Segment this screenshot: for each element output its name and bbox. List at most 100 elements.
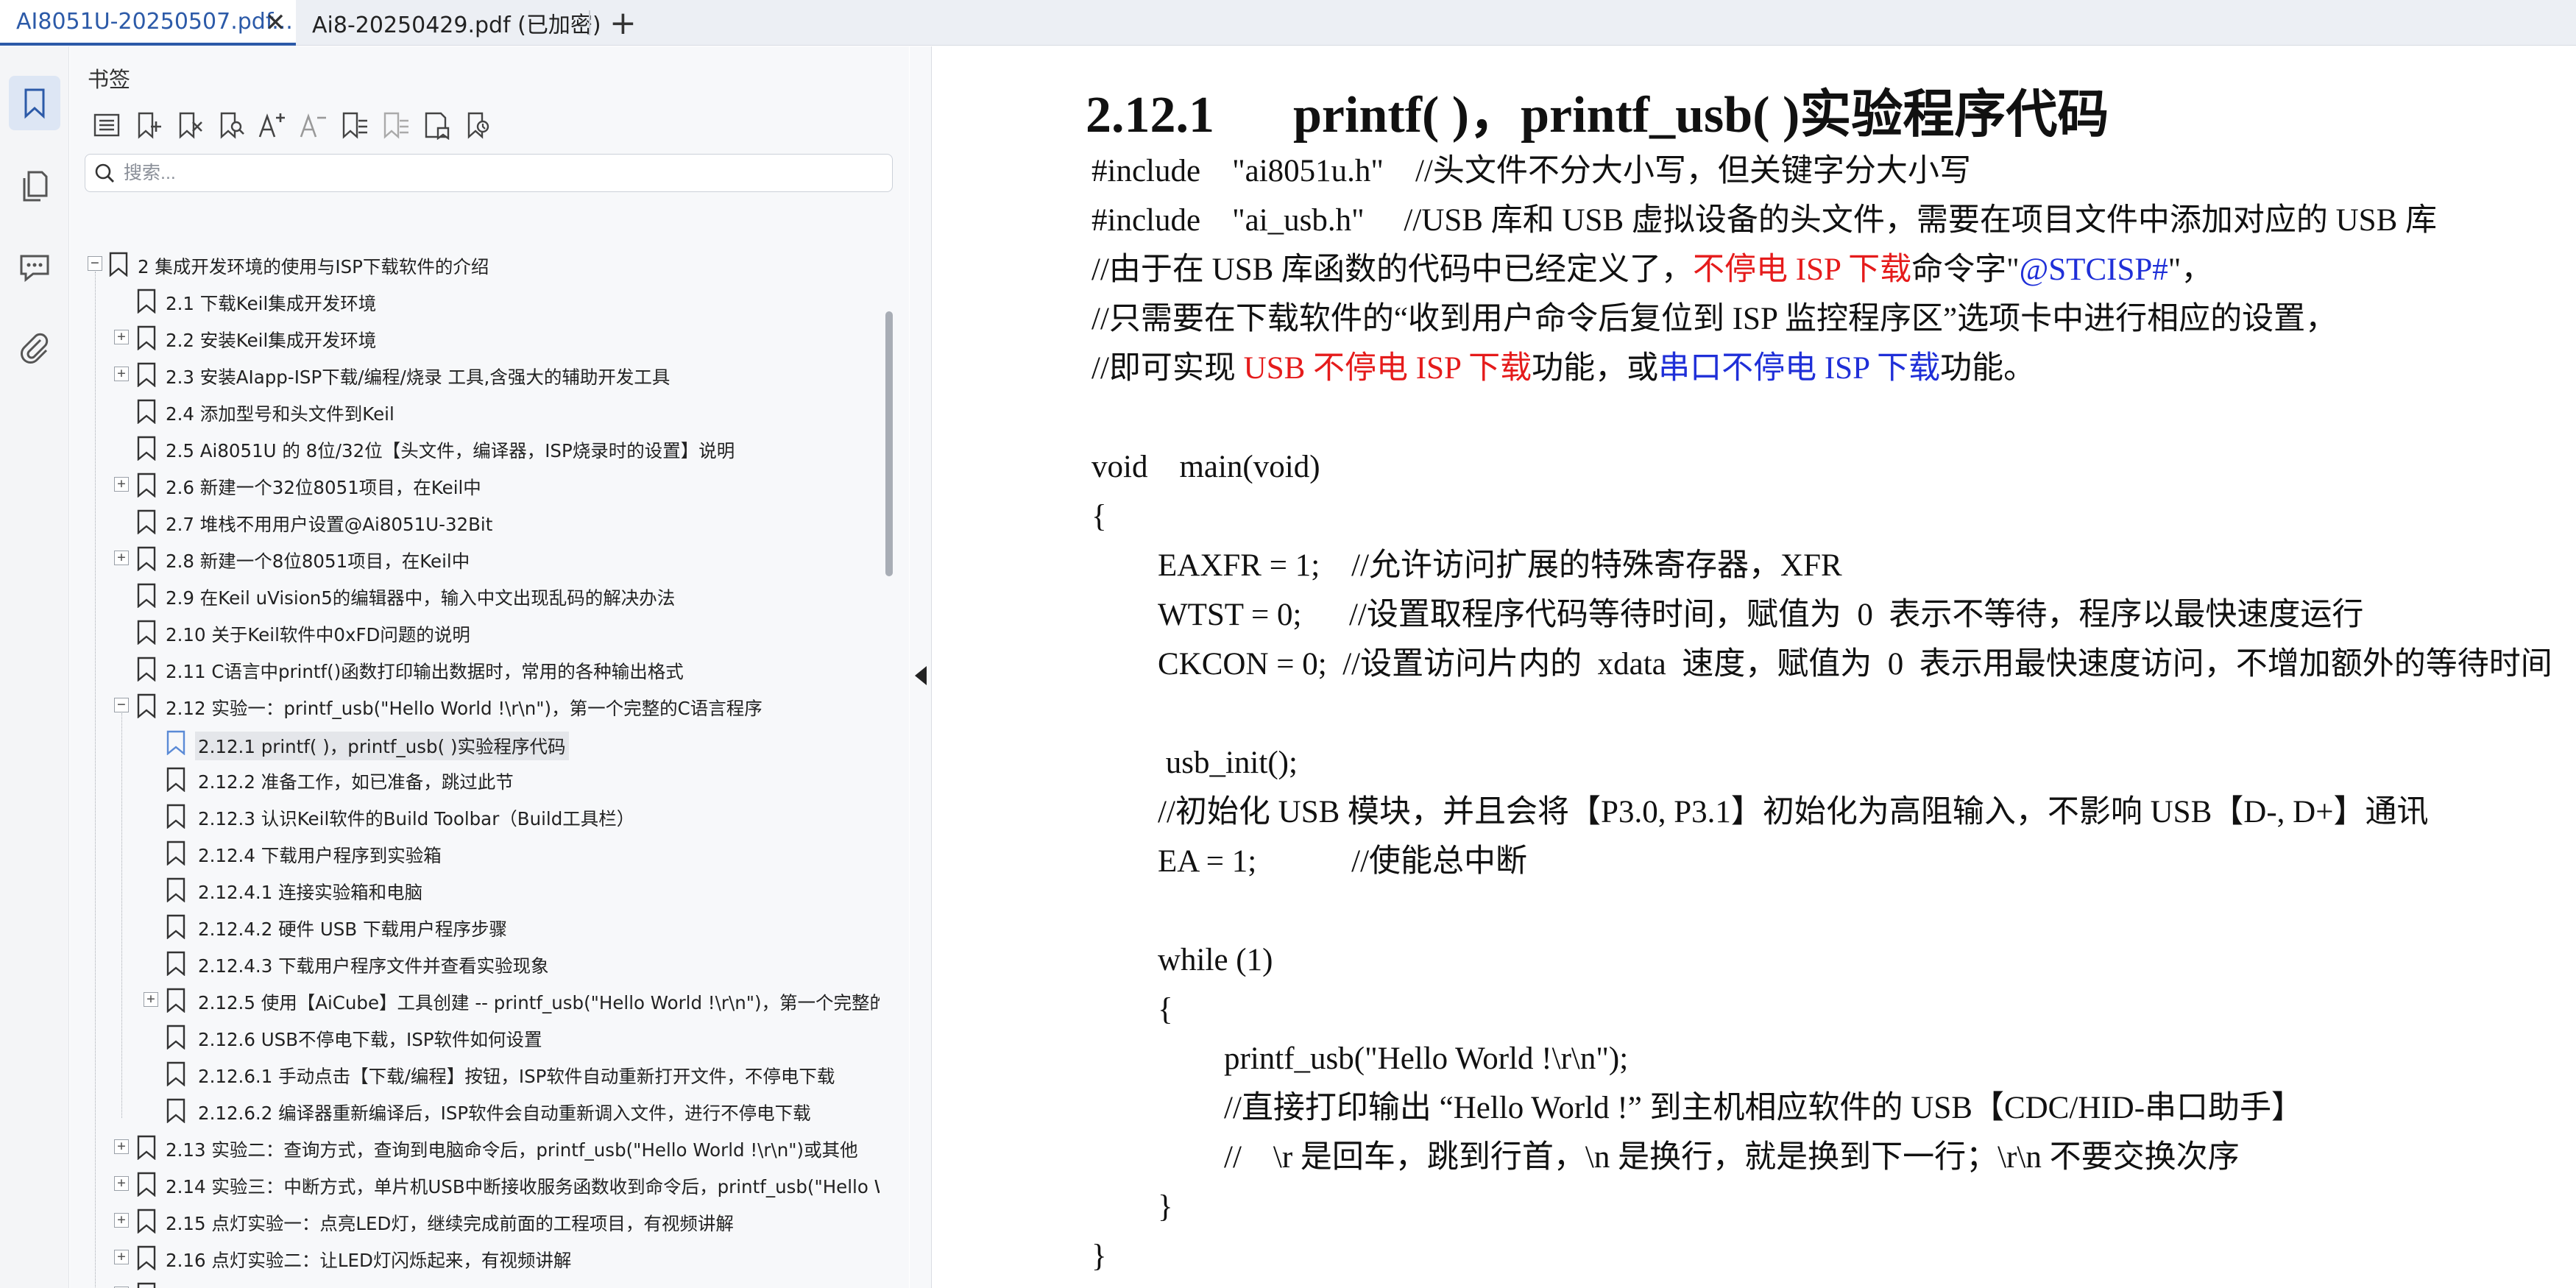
bookmark-item[interactable]: 2.11 C语言中printf()函数打印输出数据时，常用的各种输出格式 (70, 650, 880, 687)
code-text: while (1) (1158, 943, 1273, 977)
goto-bookmark-icon (467, 112, 489, 139)
bookmark-item[interactable]: 2.12.6 USB不停电下载，ISP软件如何设置 (70, 1018, 880, 1055)
bookmark-icon (166, 730, 185, 755)
expand-toggle-icon[interactable]: + (114, 367, 129, 381)
bookmark-item[interactable]: 2.5 Ai8051U 的 8位/32位【头文件，编译器，ISP烧录时的设置】说… (70, 429, 880, 466)
bookmark-item[interactable]: +2.2 安装Keil集成开发环境 (70, 319, 880, 355)
code-text: "， (2168, 252, 2213, 287)
bookmark-item[interactable]: 2.12.4.3 下载用户程序文件并查看实验现象 (70, 944, 880, 981)
close-icon[interactable]: ✕ (265, 10, 286, 35)
bookmark-item[interactable]: 2.12.2 准备工作，如已准备，跳过此节 (70, 760, 880, 797)
bookmark-item[interactable]: +2.15 点灯实验一：点亮LED灯，继续完成前面的工程项目，有视频讲解 (70, 1202, 880, 1239)
bookmark-item[interactable]: +2.12.5 使用【AiCube】工具创建 -- printf_usb("He… (70, 981, 880, 1018)
code-text: 不停电 ISP 下载 (1693, 252, 1912, 287)
code-text: //即可实现 (1091, 351, 1244, 386)
bookmark-item[interactable]: +2.16 点灯实验二：让LED灯闪烁起来，有视频讲解 (70, 1239, 880, 1275)
expand-toggle-icon[interactable]: + (114, 1176, 129, 1191)
expand-toggle-icon[interactable]: + (114, 1213, 129, 1228)
expand-bookmark-button[interactable] (333, 107, 375, 144)
bookmark-item[interactable]: − 2.12 实验一：printf_usb("Hello World !\r\n"… (70, 687, 880, 723)
add-bookmark-button[interactable] (127, 107, 169, 144)
tab-divider (589, 10, 590, 35)
bookmark-label: 2.12.4.2 硬件 USB 下载用户程序步骤 (198, 919, 507, 940)
collapse-bookmark-button[interactable] (375, 107, 416, 144)
scrollbar-thumb[interactable] (885, 311, 893, 576)
bookmark-tree: − 2 集成开发环境的使用与ISP下载软件的介绍 2.1 下载Keil集成开发环境 +… (70, 245, 880, 1288)
bookmark-item[interactable]: 2.7 堆栈不用用户设置@Ai8051U-32Bit (70, 503, 880, 539)
code-text: //只需要在下载软件的“收到用户命令后复位到 ISP 监控程序区”选项卡中进行相… (1091, 302, 2338, 336)
bookmark-icon (137, 620, 156, 645)
comments-panel-button[interactable] (9, 239, 60, 294)
panel-title: 书签 (88, 67, 131, 92)
goto-bookmark-button[interactable] (457, 107, 498, 144)
bookmark-item[interactable]: 2.12.1 printf( )，printf_usb( )实验程序代码 (70, 723, 880, 760)
code-text: //由于在 USB 库函数的代码中已经定义了， (1091, 252, 1694, 287)
bookmark-item[interactable]: 2.12.3 认识Keil软件的Build Toolbar（Build工具栏） (70, 797, 880, 834)
bookmark-icon (137, 583, 156, 608)
bookmark-item[interactable]: 2.12.4 下载用户程序到实验箱 (70, 834, 880, 871)
collapse-panel-icon[interactable] (915, 666, 927, 685)
bookmark-item[interactable]: 2.1 下载Keil集成开发环境 (70, 282, 880, 319)
expand-toggle-icon[interactable]: + (114, 1250, 129, 1264)
bookmark-search (85, 154, 893, 192)
code-line: #include "ai8051u.h" //头文件不分大小写，但关键字分大小写 (1091, 151, 1971, 192)
document-view[interactable]: 2.12.1 printf( )，printf_usb( )实验程序代码 #inc… (933, 46, 2576, 1288)
bookmark-properties-button[interactable] (416, 107, 457, 144)
decrease-font-button[interactable] (292, 107, 333, 144)
code-text: CKCON = 0; //设置访问片内的 xdata 速度，赋值为 0 表示用最… (1158, 647, 2552, 682)
bookmark-icon (166, 1061, 185, 1086)
bookmark-item[interactable]: 2.9 在Keil uVision5的编辑器中，输入中文出现乱码的解决办法 (70, 576, 880, 613)
increase-font-button[interactable] (251, 107, 292, 144)
find-bookmark-button[interactable] (210, 107, 251, 144)
bookmark-item[interactable]: +2.14 实验三：中断方式，单片机USB中断接收服务函数收到命令后，print… (70, 1165, 880, 1202)
code-text: EAXFR = 1; //允许访问扩展的特殊寄存器，XFR (1158, 548, 1842, 583)
search-input[interactable] (124, 162, 860, 184)
bookmark-panel-button[interactable] (9, 76, 60, 130)
bookmark-label: 2.1 下载Keil集成开发环境 (166, 293, 377, 314)
expand-toggle-icon[interactable]: + (114, 551, 129, 565)
bookmark-label: 2.12.4.1 连接实验箱和电脑 (198, 882, 423, 903)
collapse-toggle-icon[interactable]: − (114, 698, 129, 712)
bookmark-icon (137, 289, 156, 314)
attachments-panel-button[interactable] (9, 320, 60, 375)
code-text: void main(void) (1091, 450, 1320, 484)
side-rail (0, 46, 69, 1288)
bookmark-item[interactable]: +2.3 安装AIapp-ISP下载/编程/烧录 工具,含强大的辅助开发工具 (70, 355, 880, 392)
bookmark-item[interactable]: 2.12.4.1 连接实验箱和电脑 (70, 871, 880, 907)
comment-icon (20, 255, 49, 283)
bookmark-item[interactable]: 2.12.6.1 手动点击【下载/编程】按钮，ISP软件自动重新打开文件，不停电… (70, 1055, 880, 1091)
bookmark-label: 2.11 C语言中printf()函数打印输出数据时，常用的各种输出格式 (166, 661, 684, 682)
bookmark-item[interactable]: 2.12.4.2 硬件 USB 下载用户程序步骤 (70, 907, 880, 944)
delete-bookmark-button[interactable] (169, 107, 210, 144)
bookmark-item[interactable]: 2.12.6.2 编译器重新编译后，ISP软件会自动重新调入文件，进行不停电下载 (70, 1091, 880, 1128)
collapse-toggle-icon[interactable]: − (88, 256, 102, 271)
code-text: 串口不停电 ISP 下载 (1658, 351, 1941, 386)
pages-panel-button[interactable] (9, 158, 60, 213)
expand-toggle-icon[interactable]: + (114, 477, 129, 492)
tab-document-2[interactable]: Ai8-20250429.pdf (已加密) (312, 0, 601, 46)
code-line: } (1158, 1186, 1173, 1228)
bookmark-scrollbar[interactable] (885, 267, 894, 1288)
bookmark-item[interactable]: +2.8 新建一个8位8051项目，在Keil中 (70, 539, 880, 576)
bookmark-item[interactable]: +2.17 点灯实验三：通过USB-CDC方式控制Ai8051U进行LED点灯 (70, 1275, 880, 1288)
bookmark-icon (137, 1135, 156, 1160)
expand-toggle-icon[interactable]: + (114, 330, 129, 344)
tab-bar: AI8051U-20250507.pdf... ✕ Ai8-20250429.p… (0, 0, 2576, 46)
section-title: printf( )，printf_usb( )实验程序代码 (1293, 87, 2109, 144)
expand-toggle-icon[interactable]: + (114, 1139, 129, 1154)
bookmark-list-button[interactable] (86, 107, 127, 144)
new-tab-icon[interactable]: + (609, 4, 637, 42)
decrease-font-icon (300, 113, 326, 138)
panel-splitter[interactable] (910, 46, 932, 1288)
tab-document-1[interactable]: AI8051U-20250507.pdf... ✕ (0, 0, 296, 46)
bookmark-item[interactable]: 2.4 添加型号和头文件到Keil (70, 392, 880, 429)
bookmark-item[interactable]: − 2 集成开发环境的使用与ISP下载软件的介绍 (70, 245, 880, 282)
section-number: 2.12.1 (1086, 87, 1214, 144)
bookmark-item[interactable]: 2.10 关于Keil软件中0xFD问题的说明 (70, 613, 880, 650)
expand-toggle-icon[interactable]: + (144, 992, 158, 1007)
bookmark-item[interactable]: +2.6 新建一个32位8051项目，在Keil中 (70, 466, 880, 503)
bookmark-panel: 书签 搜索... − 2 集成开发环境的使用与ISP下载软件的介绍 2.1 下载… (70, 46, 909, 1288)
code-text: } (1158, 1189, 1173, 1224)
bookmark-item[interactable]: +2.13 实验二：查询方式，查询到电脑命令后，printf_usb("Hell… (70, 1128, 880, 1165)
attachment-icon (21, 333, 49, 364)
